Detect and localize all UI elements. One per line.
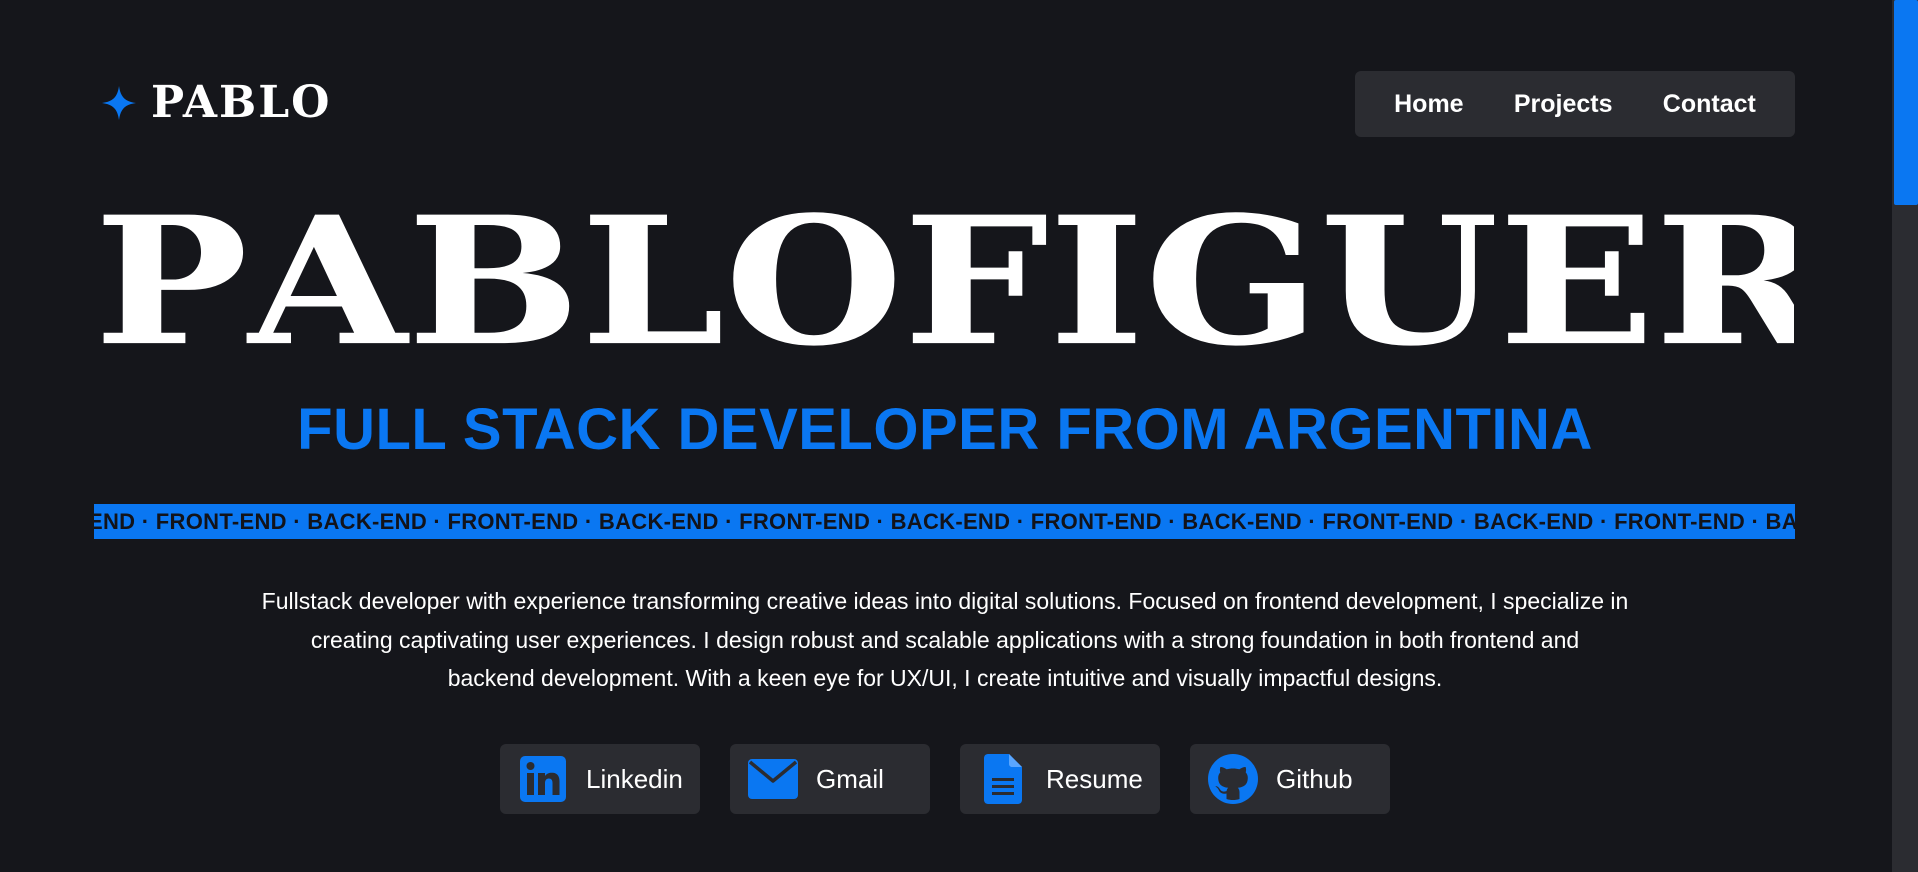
linkedin-icon — [518, 754, 568, 804]
hero-letter: I — [1048, 190, 1145, 375]
hero-subtitle: FULL STACK DEVELOPER FROM ARGENTINA — [297, 397, 1593, 462]
hero-letter: P — [94, 190, 249, 375]
hero-letter: E — [1498, 190, 1655, 375]
gmail-button[interactable]: Gmail — [730, 744, 930, 814]
main-nav: Home Projects Contact — [1355, 71, 1795, 137]
linkedin-button[interactable]: Linkedin — [500, 744, 700, 814]
sparkle-icon — [102, 86, 136, 120]
hero-letter: L — [580, 190, 725, 375]
social-links: Linkedin Gmail Resume Github — [500, 744, 1390, 814]
document-icon — [978, 754, 1028, 804]
about-text: Fullstack developer with experience tran… — [190, 582, 1700, 698]
linkedin-label: Linkedin — [586, 763, 683, 794]
gmail-label: Gmail — [816, 763, 884, 794]
ticker-text: END · FRONT-END · BACK-END · FRONT-END ·… — [94, 509, 1795, 534]
brand-logo[interactable]: PABLO — [101, 78, 331, 128]
github-icon — [1208, 754, 1258, 804]
hero-letter: G — [1144, 190, 1320, 375]
hero-letter: R — [1655, 194, 1794, 370]
nav-home-link[interactable]: Home — [1394, 90, 1463, 119]
page: PABLO Home Projects Contact P A B L O F … — [0, 0, 1918, 872]
hero-name: P A B L O F I G U E R O A — [94, 190, 1794, 375]
github-label: Github — [1276, 763, 1353, 794]
mail-icon — [748, 754, 798, 804]
resume-label: Resume — [1046, 763, 1143, 794]
hero-letter: B — [407, 190, 581, 375]
about-line: creating captivating user experiences. I… — [310, 626, 1580, 653]
hero-letter: A — [248, 190, 408, 375]
hero-letter: O — [724, 190, 904, 375]
github-button[interactable]: Github — [1190, 744, 1390, 814]
skills-ticker: END · FRONT-END · BACK-END · FRONT-END ·… — [94, 504, 1795, 539]
resume-button[interactable]: Resume — [960, 744, 1160, 814]
scrollbar-thumb[interactable] — [1894, 0, 1918, 205]
about-line: backend development. With a keen eye for… — [447, 665, 1443, 691]
nav-contact-link[interactable]: Contact — [1663, 90, 1756, 119]
logo-text: PABLO — [151, 77, 332, 128]
hero-letter: F — [903, 190, 1049, 375]
nav-projects-link[interactable]: Projects — [1514, 90, 1613, 119]
about-line: Fullstack developer with experience tran… — [261, 588, 1629, 614]
page-scrollbar[interactable] — [1892, 0, 1918, 872]
hero-letter: U — [1319, 190, 1499, 375]
